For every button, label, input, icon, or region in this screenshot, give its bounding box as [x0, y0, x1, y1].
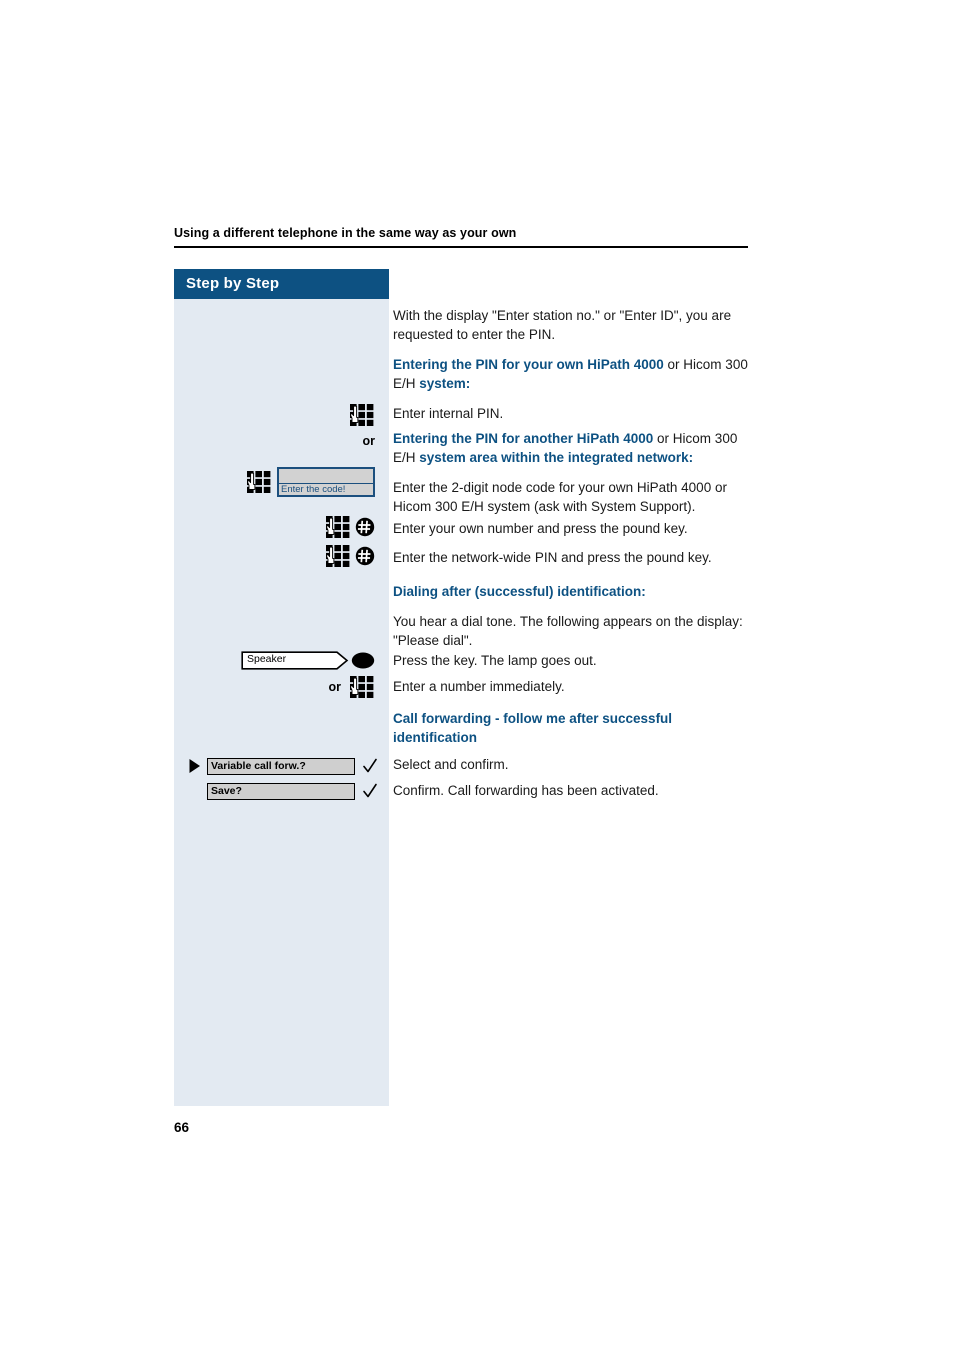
heading-entering-pin-other-bold-1: Entering the PIN for another HiPath 4000 [393, 431, 654, 446]
heading-entering-pin-own-bold-2: system: [419, 375, 471, 391]
speaker-key-tag: Speaker [241, 650, 349, 670]
softkey-row-save[interactable]: Save? [174, 781, 389, 801]
speaker-key[interactable]: Speaker [241, 650, 375, 670]
keypad-icon [325, 515, 351, 539]
heading-entering-pin-other: Entering the PIN for another HiPath 4000… [393, 430, 749, 467]
checkmark-icon [362, 757, 378, 775]
paragraph-select-confirm: Select and confirm. [393, 757, 509, 772]
checkmark-icon [362, 782, 378, 800]
paragraph-confirm-activated: Confirm. Call forwarding has been activa… [393, 783, 659, 798]
document-page: Using a different telephone in the same … [0, 0, 954, 1351]
step-row-speaker-key: Speaker [174, 649, 389, 671]
paragraph-intro: With the display "Enter station no." or … [393, 308, 732, 342]
step-row-enter-internal-pin [174, 403, 389, 427]
paragraph-enter-number: Enter a number immediately. [393, 679, 565, 694]
paragraph-dial-tone: You hear a dial tone. The following appe… [393, 614, 743, 648]
step-row-or-2: or [174, 675, 389, 699]
keypad-icon [349, 403, 375, 427]
phone-display-text: Enter the code! [281, 484, 346, 495]
or-label: or [328, 680, 342, 694]
softkey-row-variable-call-forwarding[interactable]: Variable call forw.? [174, 756, 389, 776]
heading-entering-pin-other-bold-2: system area within the integrated networ… [419, 449, 694, 465]
paragraph-node-code: Enter the 2-digit node code for your own… [393, 480, 727, 514]
paragraph-press-key: Press the key. The lamp goes out. [393, 653, 597, 668]
heading-entering-pin-own-bold-1: Entering the PIN for your own HiPath 400… [393, 357, 664, 372]
or-label: or [362, 434, 376, 448]
heading-call-forwarding: Call forwarding - follow me after succes… [393, 711, 673, 745]
keypad-icon [246, 470, 272, 494]
pound-key-icon [355, 546, 375, 566]
header-rule [174, 246, 748, 248]
selection-arrow-placeholder [188, 783, 202, 799]
softkey-label: Save? [211, 784, 242, 797]
speaker-key-label: Speaker [247, 652, 287, 665]
page-number: 66 [174, 1120, 190, 1135]
phone-display-box: Enter the code! [277, 467, 375, 497]
softkey-label: Variable call forw.? [211, 759, 306, 772]
step-row-enter-code: Enter the code! [174, 465, 389, 499]
softkey-button[interactable]: Save? [207, 782, 355, 800]
softkey-button[interactable]: Variable call forw.? [207, 757, 355, 775]
heading-entering-pin-own: Entering the PIN for your own HiPath 400… [393, 356, 749, 393]
paragraph-network-pin: Enter the network-wide PIN and press the… [393, 550, 712, 565]
speaker-lamp-icon [351, 651, 375, 670]
keypad-icon [349, 675, 375, 699]
step-row-network-pin [174, 544, 389, 568]
step-row-own-number [174, 515, 389, 539]
paragraph-enter-internal-pin: Enter internal PIN. [393, 406, 504, 421]
paragraph-own-number: Enter your own number and press the poun… [393, 521, 688, 536]
keypad-icon [325, 544, 351, 568]
heading-dialing: Dialing after (successful) identificatio… [393, 584, 646, 599]
selection-arrow-icon [188, 758, 202, 774]
pound-key-icon [355, 517, 375, 537]
step-row-or-1: or [174, 431, 389, 451]
step-icon-column: or Enter the code! Speaker or Variable c… [174, 269, 389, 1106]
running-header-title: Using a different telephone in the same … [174, 226, 517, 240]
